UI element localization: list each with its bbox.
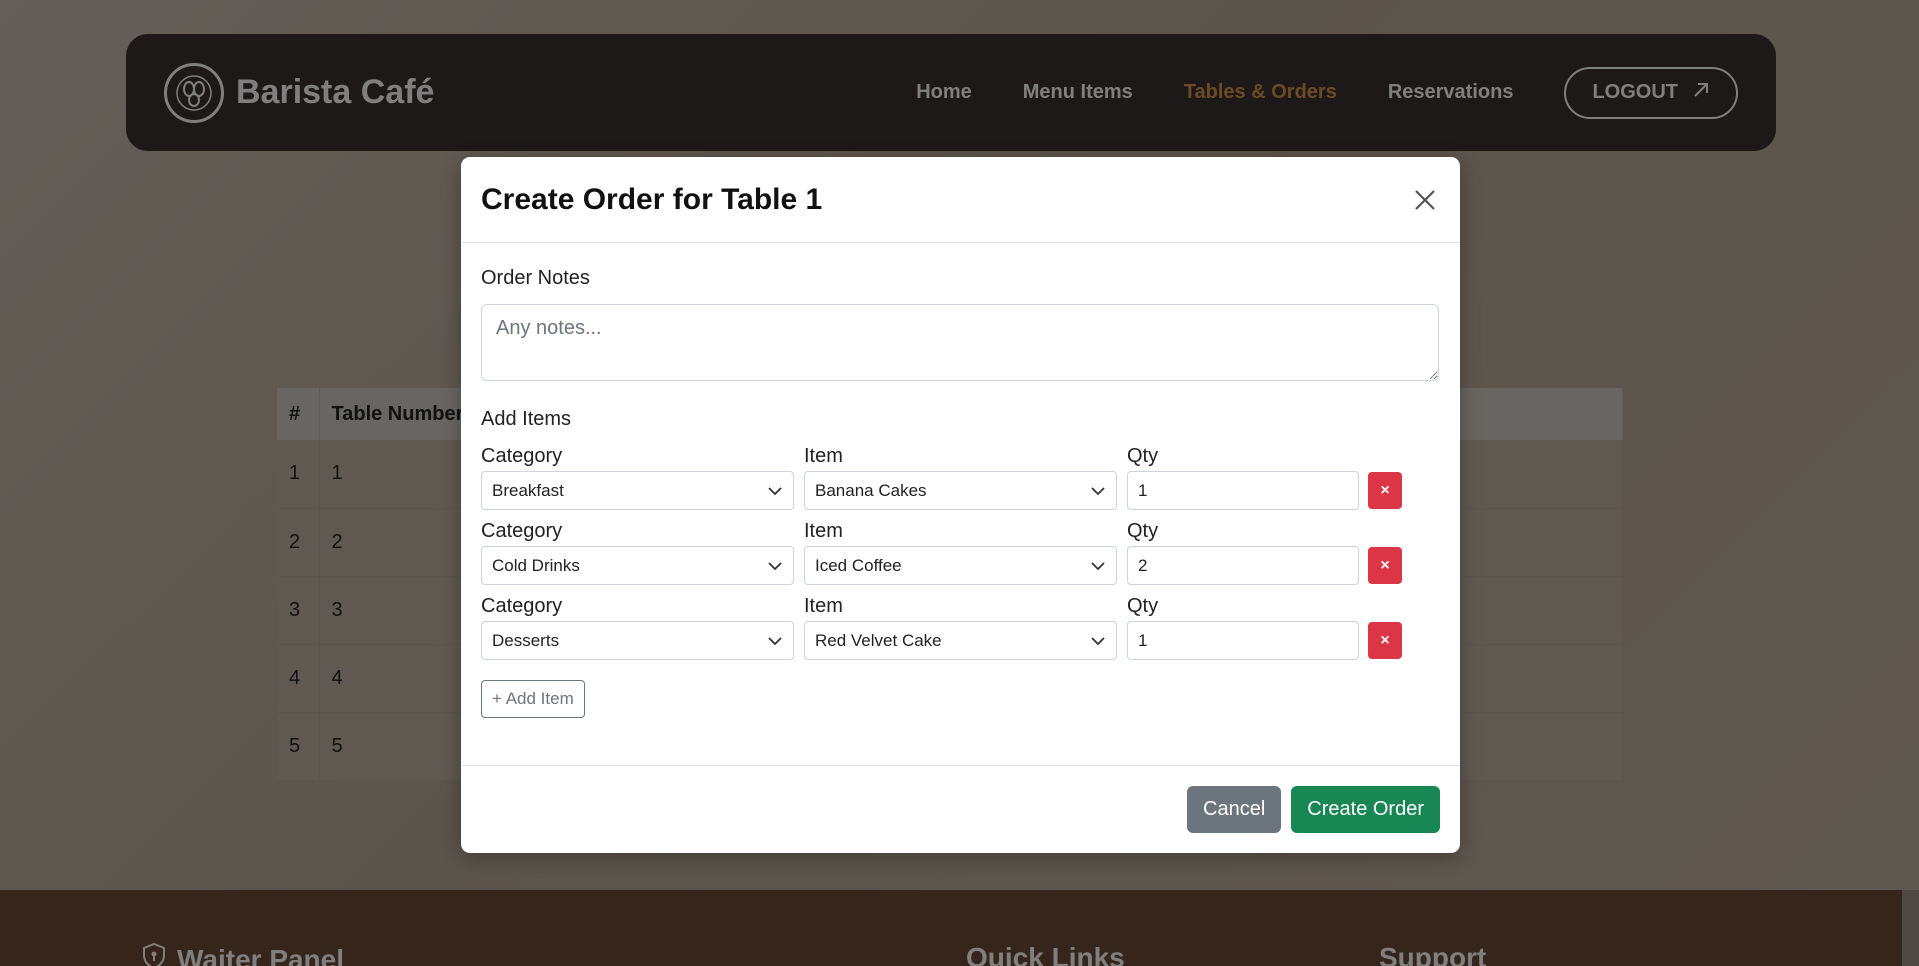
add-items-label: Add Items <box>481 408 572 430</box>
qty-input[interactable]: 2 <box>1127 546 1359 585</box>
remove-item-button[interactable]: × <box>1368 547 1402 584</box>
chevron-down-icon <box>767 558 783 574</box>
category-field: Category Desserts <box>481 595 794 660</box>
category-label: Category <box>481 445 563 467</box>
item-label: Item <box>804 520 843 542</box>
qty-label: Qty <box>1127 595 1159 617</box>
chevron-down-icon <box>1090 558 1106 574</box>
category-label: Category <box>481 520 563 542</box>
category-value: Desserts <box>492 630 560 650</box>
item-label: Item <box>804 445 843 467</box>
order-item-row: Category Desserts Item Red Velvet Cake Q… <box>481 595 1440 660</box>
category-select[interactable]: Cold Drinks <box>481 546 794 585</box>
qty-label: Qty <box>1127 520 1159 542</box>
modal-title: Create Order for Table 1 <box>481 182 823 216</box>
order-item-row: Category Breakfast Item Banana Cakes Qty… <box>481 445 1440 510</box>
category-select[interactable]: Desserts <box>481 621 794 660</box>
qty-input[interactable]: 1 <box>1127 621 1359 660</box>
order-notes-input[interactable] <box>481 304 1439 381</box>
item-select[interactable]: Red Velvet Cake <box>804 621 1117 660</box>
item-value: Banana Cakes <box>815 480 927 500</box>
category-value: Cold Drinks <box>492 555 580 575</box>
qty-label: Qty <box>1127 445 1159 467</box>
item-select[interactable]: Iced Coffee <box>804 546 1117 585</box>
qty-input[interactable]: 1 <box>1127 471 1359 510</box>
chevron-down-icon <box>767 483 783 499</box>
order-notes-label: Order Notes <box>481 267 590 289</box>
qty-field: Qty 1 <box>1127 595 1359 660</box>
chevron-down-icon <box>1090 483 1106 499</box>
category-field: Category Cold Drinks <box>481 520 794 585</box>
category-select[interactable]: Breakfast <box>481 471 794 510</box>
remove-item-button[interactable]: × <box>1368 472 1402 509</box>
chevron-down-icon <box>1090 633 1106 649</box>
qty-field: Qty 1 <box>1127 445 1359 510</box>
modal-footer: Cancel Create Order <box>461 765 1460 853</box>
chevron-down-icon <box>767 633 783 649</box>
close-button[interactable] <box>1410 185 1440 215</box>
create-order-modal: Create Order for Table 1 Order Notes Add… <box>461 157 1460 853</box>
item-label: Item <box>804 595 843 617</box>
category-value: Breakfast <box>492 480 564 500</box>
item-value: Red Velvet Cake <box>815 630 942 650</box>
modal-body: Order Notes Add Items Category Breakfast… <box>461 243 1460 718</box>
category-field: Category Breakfast <box>481 445 794 510</box>
category-label: Category <box>481 595 563 617</box>
item-field: Item Iced Coffee <box>804 520 1117 585</box>
item-value: Iced Coffee <box>815 555 902 575</box>
create-order-button[interactable]: Create Order <box>1291 786 1440 833</box>
order-item-row: Category Cold Drinks Item Iced Coffee Qt… <box>481 520 1440 585</box>
remove-item-button[interactable]: × <box>1368 622 1402 659</box>
cancel-button[interactable]: Cancel <box>1187 786 1282 833</box>
item-field: Item Red Velvet Cake <box>804 595 1117 660</box>
close-icon <box>1415 189 1435 210</box>
modal-header: Create Order for Table 1 <box>461 157 1460 243</box>
item-field: Item Banana Cakes <box>804 445 1117 510</box>
item-select[interactable]: Banana Cakes <box>804 471 1117 510</box>
add-item-button[interactable]: + Add Item <box>481 680 585 718</box>
qty-field: Qty 2 <box>1127 520 1359 585</box>
